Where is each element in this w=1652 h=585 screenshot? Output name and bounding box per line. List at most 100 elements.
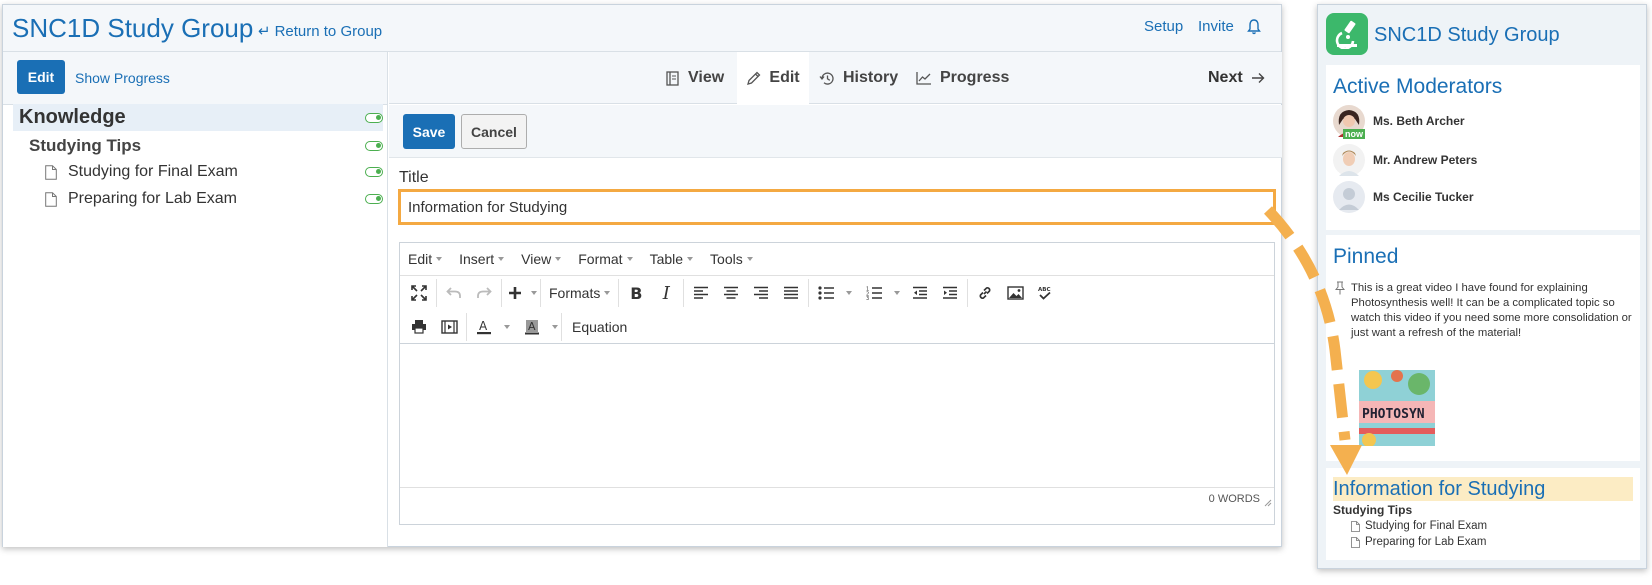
setup-link[interactable]: Setup: [1144, 18, 1183, 35]
outline-item-lab-exam[interactable]: Preparing for Lab Exam: [1351, 536, 1486, 548]
next-label: Next: [1208, 69, 1243, 86]
align-left-icon[interactable]: [686, 279, 716, 307]
content-outline-card: Information for Studying Studying Tips S…: [1326, 468, 1640, 560]
menu-label: Edit: [408, 251, 433, 267]
tree-item-label: Studying Tips: [29, 136, 142, 155]
editor-content-area[interactable]: [400, 344, 1274, 487]
pencil-icon: [747, 71, 761, 85]
media-icon[interactable]: [434, 313, 464, 341]
show-progress-link[interactable]: Show Progress: [75, 70, 170, 86]
image-icon[interactable]: [1000, 279, 1030, 307]
menu-label: Table: [649, 251, 684, 267]
tree-item-knowledge[interactable]: Knowledge: [13, 104, 383, 131]
toolbar-divider: [808, 279, 810, 307]
text-color-icon[interactable]: A: [469, 313, 499, 341]
avatar: [1333, 181, 1365, 213]
italic-icon[interactable]: I: [651, 279, 681, 307]
undo-icon[interactable]: [439, 279, 469, 307]
tab-history[interactable]: History: [819, 52, 898, 104]
moderators-card: Active Moderators now Ms. Beth Archer Mr…: [1326, 65, 1640, 230]
outline-section[interactable]: Studying Tips: [1333, 503, 1412, 517]
tab-label: View: [688, 69, 725, 86]
next-button[interactable]: Next: [1208, 52, 1265, 104]
title-input[interactable]: [398, 189, 1276, 225]
menu-tools[interactable]: Tools: [710, 251, 753, 267]
toolbar-divider: [561, 312, 562, 341]
content-outline-heading[interactable]: Information for Studying: [1333, 477, 1633, 501]
align-right-icon[interactable]: [746, 279, 776, 307]
cancel-button[interactable]: Cancel: [461, 114, 527, 149]
fullscreen-icon[interactable]: [404, 279, 434, 307]
bell-icon[interactable]: [1246, 18, 1262, 36]
spellcheck-icon[interactable]: ABC: [1030, 279, 1060, 307]
return-arrow-icon: ↵: [258, 23, 271, 40]
background-color-icon[interactable]: A: [517, 313, 547, 341]
tree-item-label: Studying for Final Exam: [68, 163, 238, 180]
indent-icon[interactable]: [935, 279, 965, 307]
menu-insert[interactable]: Insert: [459, 251, 505, 267]
sidebar-title[interactable]: SNC1D Study Group: [1374, 24, 1560, 47]
tree-item-lab-exam[interactable]: Preparing for Lab Exam: [13, 187, 383, 211]
visibility-toggle[interactable]: [365, 141, 383, 151]
return-to-group-link[interactable]: ↵ Return to Group: [258, 22, 382, 40]
toolbar-divider: [618, 279, 620, 307]
menu-table[interactable]: Table: [649, 251, 694, 267]
caret-down-icon[interactable]: [547, 313, 559, 341]
action-bar: Save Cancel: [389, 105, 1282, 158]
link-icon[interactable]: [970, 279, 1000, 307]
main-panel: View Edit History Progress Next Save Can…: [389, 52, 1282, 547]
moderator-row[interactable]: Mr. Andrew Peters: [1333, 143, 1477, 177]
video-thumbnail[interactable]: PHOTOSYN: [1359, 370, 1435, 446]
caret-down-icon[interactable]: [841, 279, 853, 307]
app-title: SNC1D Study Group: [12, 13, 254, 43]
svg-text:3: 3: [866, 296, 869, 300]
save-button[interactable]: Save: [403, 114, 455, 149]
caret-down-icon[interactable]: [499, 313, 511, 341]
tab-progress[interactable]: Progress: [916, 52, 1009, 104]
word-count: 0 WORDS: [1208, 493, 1260, 505]
caret-down-icon: [626, 257, 633, 261]
outline-item-final-exam[interactable]: Studying for Final Exam: [1351, 520, 1487, 532]
toolbar-divider: [466, 312, 467, 341]
menu-edit[interactable]: Edit: [408, 251, 443, 267]
sidebar-header: SNC1D Study Group: [1326, 9, 1640, 59]
visibility-toggle[interactable]: [365, 112, 383, 123]
bold-icon[interactable]: B: [621, 279, 651, 307]
formats-dropdown[interactable]: Formats: [543, 279, 616, 307]
tab-edit[interactable]: Edit: [737, 52, 809, 104]
visibility-toggle[interactable]: [365, 167, 383, 177]
tab-view[interactable]: View: [666, 52, 724, 104]
history-icon: [819, 71, 834, 85]
visibility-toggle[interactable]: [365, 194, 383, 204]
tree-item-studying-tips[interactable]: Studying Tips: [13, 134, 383, 158]
moderator-row[interactable]: now Ms. Beth Archer: [1333, 104, 1465, 139]
rich-text-editor: Edit Insert View Format Table Tools Form…: [399, 242, 1275, 525]
bullet-list-icon[interactable]: [811, 279, 841, 307]
tree-edit-button[interactable]: Edit: [17, 60, 65, 94]
formats-label: Formats: [549, 285, 601, 301]
tree-item-final-exam[interactable]: Studying for Final Exam: [13, 160, 383, 184]
moderator-row[interactable]: Ms Cecilie Tucker: [1333, 180, 1474, 214]
caret-down-icon: [746, 257, 753, 261]
align-justify-icon[interactable]: [776, 279, 806, 307]
toolbar-divider: [540, 279, 541, 307]
app-window: SNC1D Study Group ↵ Return to Group Setup…: [2, 4, 1282, 547]
tree-item-label: Knowledge: [19, 106, 126, 128]
equation-button[interactable]: Equation: [564, 319, 635, 335]
align-center-icon[interactable]: [716, 279, 746, 307]
plus-icon[interactable]: [504, 279, 526, 307]
menu-label: Format: [578, 251, 623, 267]
caret-down-icon[interactable]: [526, 279, 538, 307]
menu-format[interactable]: Format: [578, 251, 633, 267]
tree-item-label: Preparing for Lab Exam: [68, 190, 237, 207]
caret-down-icon[interactable]: [889, 279, 901, 307]
outdent-icon[interactable]: [905, 279, 935, 307]
moderator-name: Ms. Beth Archer: [1373, 114, 1465, 128]
numbered-list-icon[interactable]: 123: [859, 279, 889, 307]
invite-link[interactable]: Invite: [1198, 18, 1234, 35]
menu-view[interactable]: View: [521, 251, 562, 267]
resize-handle-icon[interactable]: [1264, 499, 1272, 507]
redo-icon[interactable]: [469, 279, 499, 307]
avatar: now: [1333, 105, 1365, 139]
print-icon[interactable]: [404, 313, 434, 341]
